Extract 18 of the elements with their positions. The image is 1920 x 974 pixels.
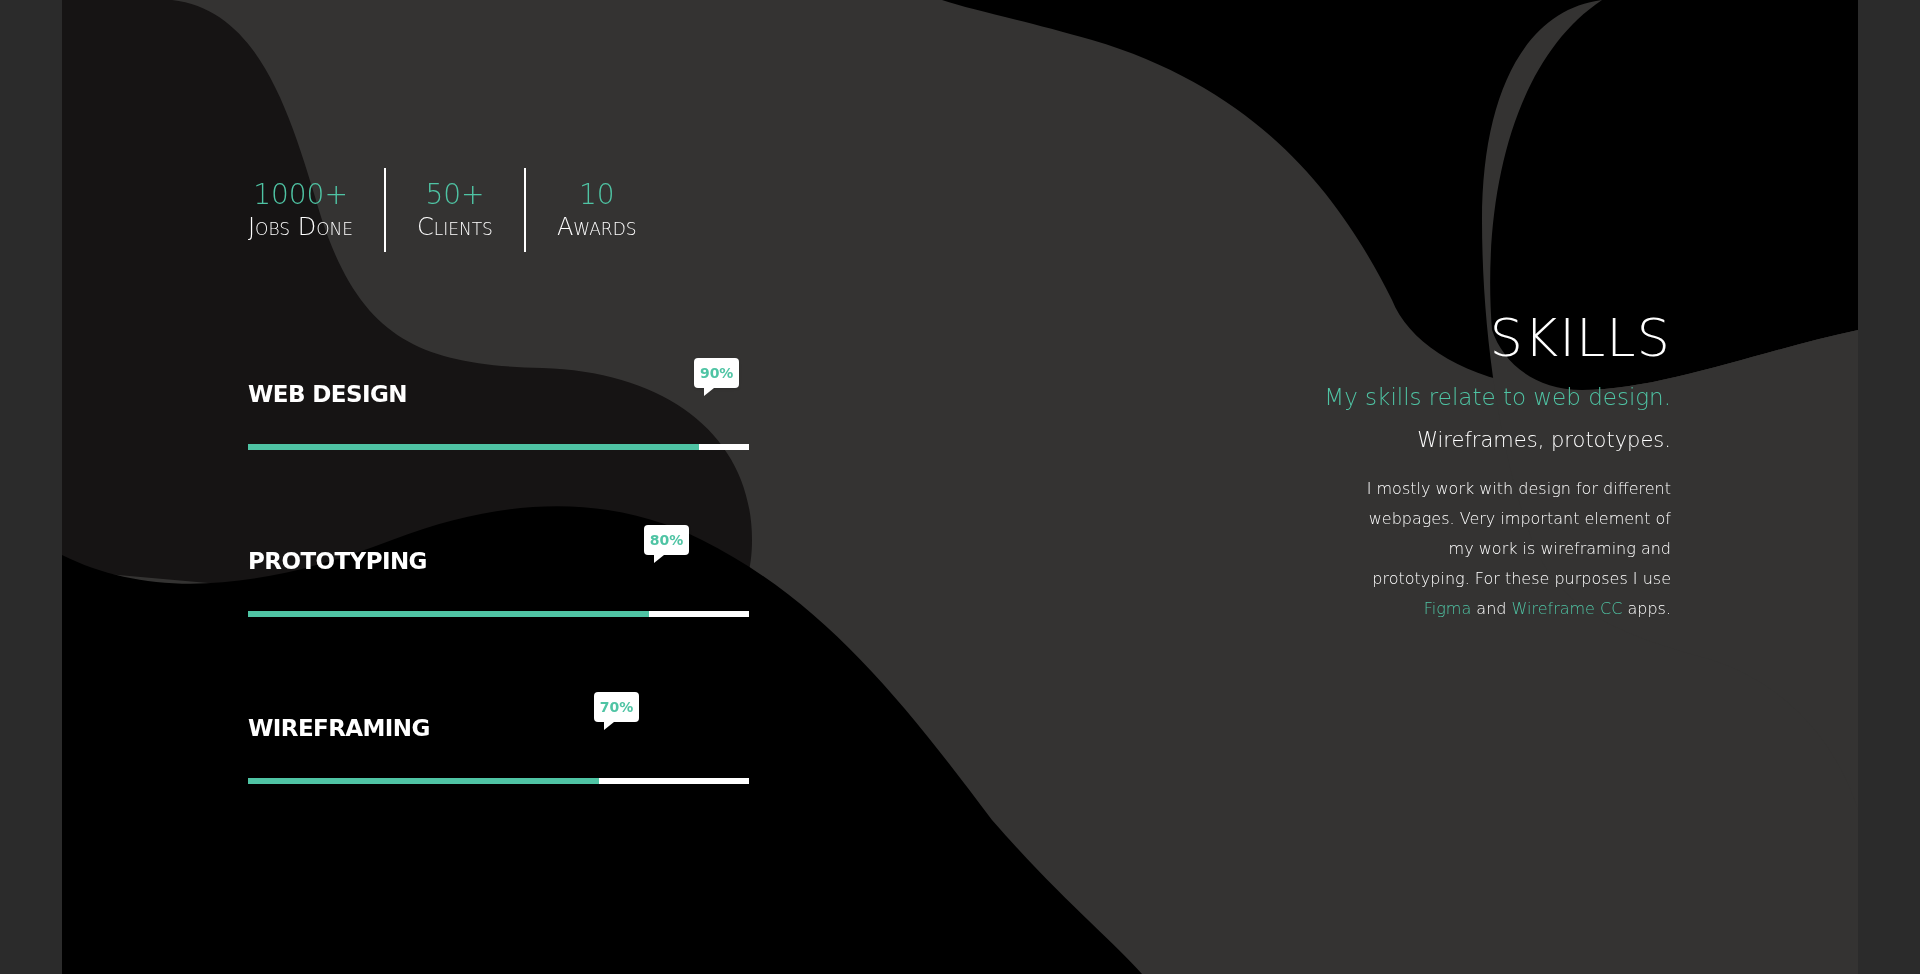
skill-name: WIREFRAMING [248,714,431,742]
subtitle: Wireframes, prototypes. [1417,426,1671,454]
stat-value: 50+ [425,178,485,212]
stat-value: 10 [578,178,615,212]
skill-name: PROTOTYPING [248,547,428,575]
percentage-tooltip: 80% [643,525,690,563]
skill-name: WEB DESIGN [248,380,408,408]
tagline: My skills relate to web design. [1324,383,1671,412]
stat-label: Clients [417,212,493,242]
app-link[interactable]: Wireframe CC [1511,599,1623,618]
stat-value: 1000+ [253,178,348,212]
stat-label: Jobs Done [248,212,354,242]
app-link[interactable]: Figma [1423,599,1472,618]
description-paragraph: I mostly work with design for different webpages. Very important element of my work is wireframing and prototyping. For these purposes I use Figma and Wireframe CC apps. [1365,478,1671,620]
stat-label: Awards [556,212,637,242]
section-heading: SKILLS [1489,308,1671,368]
percentage-tooltip: 90% [693,358,740,396]
percentage-tooltip: 70% [593,692,640,730]
